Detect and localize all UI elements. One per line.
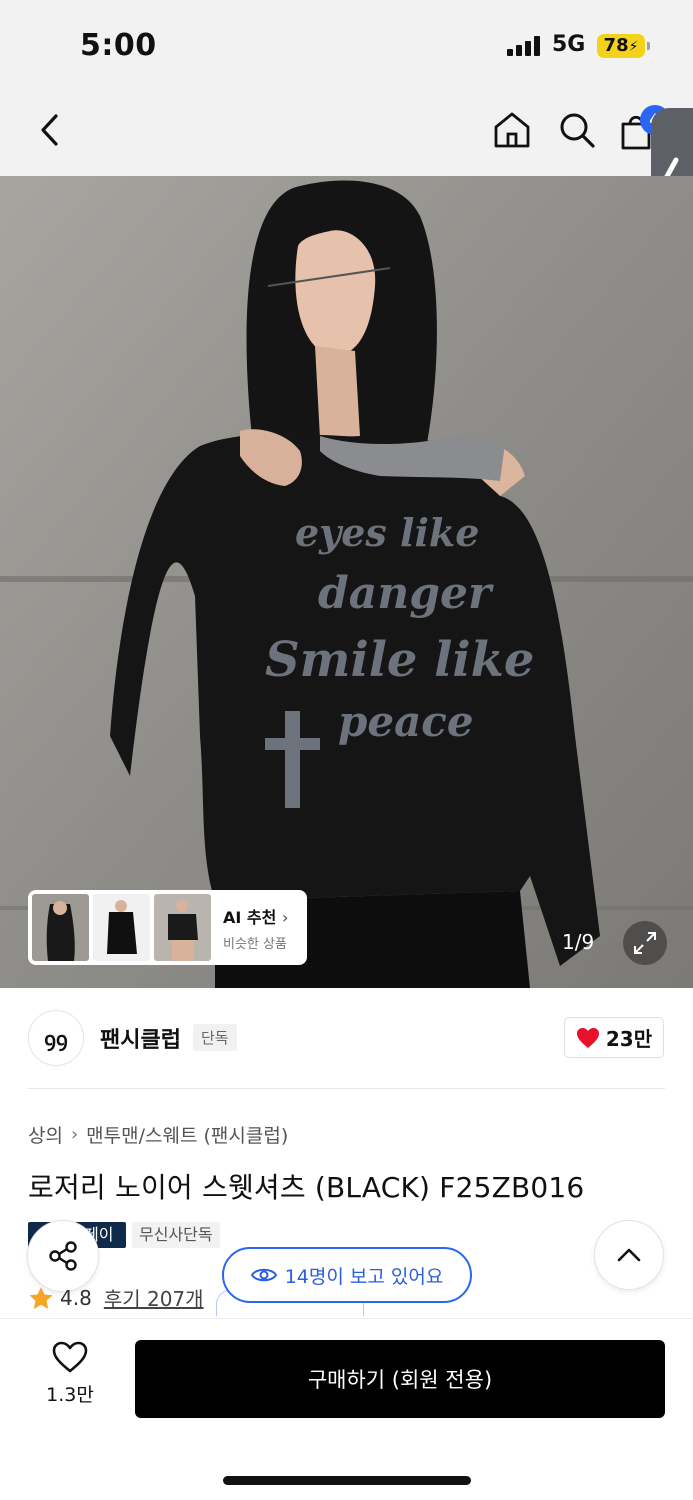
brand-like-count: 23만 <box>605 1027 653 1051</box>
image-counter: 1/9 <box>562 930 595 954</box>
ai-card-text: AI 추천 › 비슷한 상품 <box>223 904 288 952</box>
print-text: peace <box>338 697 474 746</box>
status-bar: 5:00 5G 78⚡ <box>0 0 693 90</box>
rating-row: 4.8 후기 207개 <box>28 1283 204 1312</box>
print-text: eyes like <box>295 510 479 555</box>
model-photo: eyes like danger Smile like peace <box>0 176 693 988</box>
search-icon[interactable] <box>557 110 597 150</box>
breadcrumb-item[interactable]: 상의 <box>28 1121 63 1148</box>
rating-value: 4.8 <box>60 1285 92 1310</box>
print-text: Smile like <box>265 632 534 688</box>
chevron-left-icon[interactable] <box>36 112 66 148</box>
ai-card-subtitle: 비슷한 상품 <box>223 936 287 952</box>
ai-card-title: AI 추천 <box>223 907 277 927</box>
product-image[interactable]: eyes like danger Smile like peace <box>0 176 693 988</box>
breadcrumb: 상의 › 맨투맨/스웨트 (팬시클럽) <box>28 1121 288 1148</box>
chevron-up-icon <box>617 1248 641 1262</box>
scroll-to-top-button[interactable] <box>594 1220 664 1290</box>
exclusive-badge: 단독 <box>193 1024 237 1051</box>
brand-name[interactable]: 팬시클럽 <box>100 1022 181 1054</box>
star-icon <box>29 1286 53 1309</box>
home-icon[interactable] <box>492 110 532 150</box>
share-icon <box>49 1241 77 1271</box>
recommendation-thumbnail[interactable] <box>154 894 211 961</box>
product-title: 로저리 노이어 스웻셔츠 (BLACK) F25ZB016 <box>28 1171 585 1204</box>
breadcrumb-item[interactable]: 맨투맨/스웨트 (팬시클럽) <box>86 1121 288 1148</box>
heart-outline-icon <box>52 1341 88 1373</box>
recommendation-thumbnail[interactable] <box>32 894 89 961</box>
home-indicator <box>223 1476 471 1485</box>
eye-icon <box>250 1268 277 1282</box>
print-text: danger <box>318 568 494 619</box>
buy-button[interactable]: 구매하기 (회원 전용) <box>135 1340 665 1418</box>
network-label: 5G <box>552 32 586 57</box>
heart-filled-icon <box>576 1027 599 1048</box>
brand-logo-text: ꝯꝯ <box>44 1026 68 1051</box>
divider <box>28 1088 665 1089</box>
reviews-link[interactable]: 후기 207개 <box>104 1283 204 1312</box>
recommendation-thumbnail[interactable] <box>93 894 150 961</box>
viewers-count-pill: 14명이 보고 있어요 <box>222 1247 472 1303</box>
share-button[interactable] <box>27 1220 99 1292</box>
brand-logo[interactable]: ꝯꝯ <box>28 1010 84 1066</box>
ai-recommendation-card[interactable]: AI 추천 › 비슷한 상품 <box>28 890 307 965</box>
status-time: 5:00 <box>80 28 157 63</box>
chevron-right-icon: › <box>70 1124 79 1145</box>
viewers-text: 14명이 보고 있어요 <box>284 1265 444 1288</box>
battery-icon: 78⚡ <box>597 34 645 58</box>
wishlist-count: 1.3만 <box>46 1384 94 1406</box>
brand-like-button[interactable]: 23만 <box>564 1017 664 1058</box>
chevron-right-icon: › <box>281 907 289 927</box>
exclusive-tag: 무신사단독 <box>132 1222 220 1248</box>
expand-icon <box>634 932 656 954</box>
battery-cap <box>647 42 650 50</box>
battery-level: 78 <box>603 35 629 56</box>
wishlist-button[interactable]: 1.3만 <box>30 1340 110 1420</box>
expand-button[interactable] <box>623 921 667 965</box>
signal-icon <box>507 36 540 56</box>
